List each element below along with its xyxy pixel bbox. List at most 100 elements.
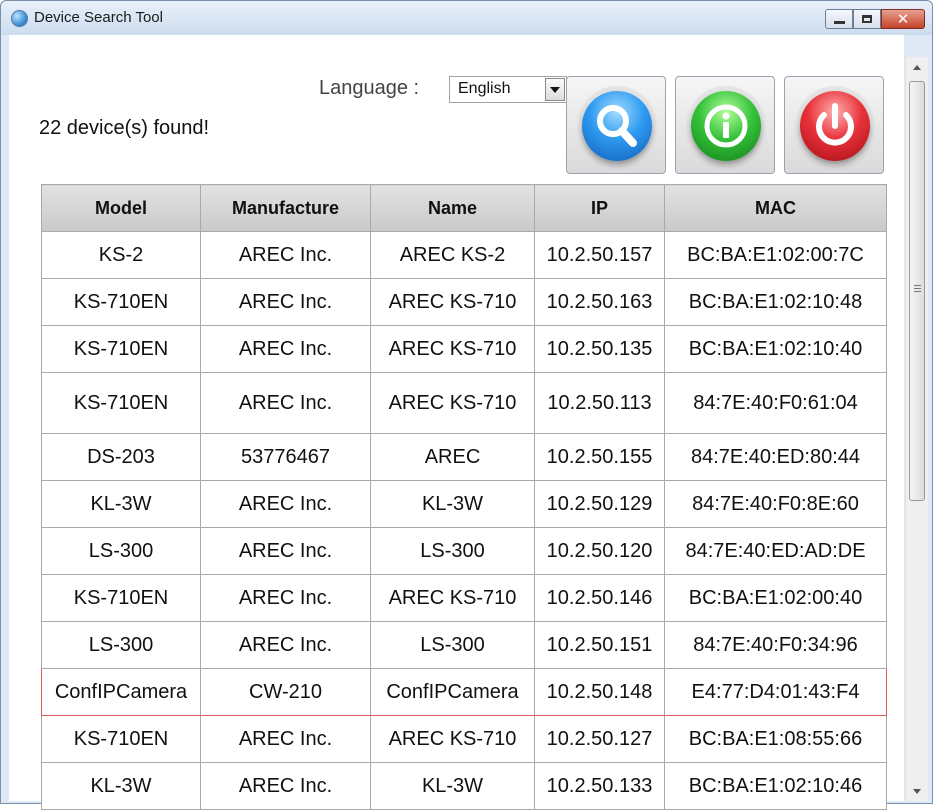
cell-model: KS-2 (41, 231, 201, 279)
cell-model: KS-710EN (41, 715, 201, 763)
table-row[interactable]: KL-3W AREC Inc. KL-3W 10.2.50.129 84:7E:40:F… (41, 480, 887, 528)
column-header-model[interactable]: Model (41, 184, 201, 232)
globe-icon (11, 10, 28, 27)
cell-model: KL-3W (41, 762, 201, 810)
column-header-manufacture[interactable]: Manufacture (200, 184, 371, 232)
cell-name: AREC KS-710 (370, 278, 535, 326)
cell-manufacture: AREC Inc. (200, 372, 371, 434)
cell-mac: BC:BA:E1:02:10:46 (664, 762, 887, 810)
cell-name: AREC KS-710 (370, 715, 535, 763)
chevron-up-icon (913, 64, 921, 70)
device-table: Model Manufacture Name IP MAC KS-2 AREC I… (41, 184, 887, 810)
table-row[interactable]: LS-300 AREC Inc. LS-300 10.2.50.120 84:7E:40… (41, 527, 887, 575)
column-header-mac[interactable]: MAC (664, 184, 887, 232)
cell-ip: 10.2.50.120 (534, 527, 665, 575)
cell-mac: BC:BA:E1:08:55:66 (664, 715, 887, 763)
maximize-button[interactable] (853, 9, 881, 29)
scrollbar-thumb[interactable] (909, 81, 925, 501)
cell-ip: 10.2.50.133 (534, 762, 665, 810)
cell-mac: E4:77:D4:01:43:F4 (664, 668, 887, 716)
cell-manufacture: AREC Inc. (200, 621, 371, 669)
cell-mac: BC:BA:E1:02:10:48 (664, 278, 887, 326)
search-button[interactable] (566, 76, 666, 174)
minimize-button[interactable] (825, 9, 853, 29)
chevron-down-icon (913, 788, 921, 794)
cell-mac: 84:7E:40:ED:80:44 (664, 433, 887, 481)
grip-icon (914, 285, 921, 294)
cell-name: AREC (370, 433, 535, 481)
cell-manufacture: CW-210 (200, 668, 371, 716)
app-window: Device Search Tool ✕ 22 device(s) found!… (0, 0, 933, 810)
cell-name: KL-3W (370, 480, 535, 528)
table-row[interactable]: KS-710EN AREC Inc. AREC KS-710 10.2.50.163 B… (41, 278, 887, 326)
cell-ip: 10.2.50.148 (534, 668, 665, 716)
cell-manufacture: AREC Inc. (200, 325, 371, 373)
maximize-icon (862, 15, 872, 23)
cell-manufacture: AREC Inc. (200, 231, 371, 279)
cell-manufacture: AREC Inc. (200, 278, 371, 326)
cell-ip: 10.2.50.135 (534, 325, 665, 373)
cell-model: KS-710EN (41, 278, 201, 326)
cell-model: LS-300 (41, 527, 201, 575)
info-button[interactable] (675, 76, 775, 174)
cell-manufacture: AREC Inc. (200, 762, 371, 810)
chevron-down-icon (550, 86, 560, 93)
close-icon: ✕ (896, 10, 910, 28)
language-select[interactable]: English (449, 76, 567, 103)
close-button[interactable]: ✕ (881, 9, 925, 29)
cell-name: AREC KS-710 (370, 372, 535, 434)
cell-mac: 84:7E:40:ED:AD:DE (664, 527, 887, 575)
column-header-ip[interactable]: IP (534, 184, 665, 232)
table-row[interactable]: KS-710EN AREC Inc. AREC KS-710 10.2.50.135 B… (41, 325, 887, 373)
cell-ip: 10.2.50.127 (534, 715, 665, 763)
title-bar[interactable]: Device Search Tool ✕ (1, 1, 932, 35)
table-header-row: Model Manufacture Name IP MAC (41, 184, 887, 232)
cell-name: ConfIPCamera (370, 668, 535, 716)
table-row[interactable]: KL-3W AREC Inc. KL-3W 10.2.50.133 BC:BA:E1:0… (41, 762, 887, 810)
cell-manufacture: AREC Inc. (200, 527, 371, 575)
device-count-status: 22 device(s) found! (39, 117, 210, 139)
cell-model: LS-300 (41, 621, 201, 669)
cell-manufacture: 53776467 (200, 433, 371, 481)
vertical-scrollbar[interactable] (905, 57, 928, 801)
cell-ip: 10.2.50.146 (534, 574, 665, 622)
power-button[interactable] (784, 76, 884, 174)
column-header-name[interactable]: Name (370, 184, 535, 232)
cell-mac: BC:BA:E1:02:10:40 (664, 325, 887, 373)
cell-ip: 10.2.50.113 (534, 372, 665, 434)
cell-mac: BC:BA:E1:02:00:7C (664, 231, 887, 279)
cell-model: DS-203 (41, 433, 201, 481)
cell-mac: BC:BA:E1:02:00:40 (664, 574, 887, 622)
table-row[interactable]: KS-2 AREC Inc. AREC KS-2 10.2.50.157 BC:BA:E… (41, 231, 887, 279)
cell-manufacture: AREC Inc. (200, 574, 371, 622)
cell-name: AREC KS-2 (370, 231, 535, 279)
cell-ip: 10.2.50.155 (534, 433, 665, 481)
cell-name: KL-3W (370, 762, 535, 810)
scroll-up-button[interactable] (906, 57, 928, 77)
info-icon (691, 91, 761, 161)
cell-manufacture: AREC Inc. (200, 480, 371, 528)
cell-name: AREC KS-710 (370, 574, 535, 622)
table-row[interactable]: KS-710EN AREC Inc. AREC KS-710 10.2.50.113 8… (41, 372, 887, 434)
table-body: KS-2 AREC Inc. AREC KS-2 10.2.50.157 BC:BA:E… (41, 231, 887, 810)
cell-mac: 84:7E:40:F0:61:04 (664, 372, 887, 434)
table-row[interactable]: KS-710EN AREC Inc. AREC KS-710 10.2.50.146 B… (41, 574, 887, 622)
power-icon (800, 91, 870, 161)
cell-ip: 10.2.50.151 (534, 621, 665, 669)
cell-name: LS-300 (370, 527, 535, 575)
cell-model: ConfIPCamera (41, 668, 201, 716)
table-row[interactable]: DS-203 53776467 AREC 10.2.50.155 84:7E:40:ED… (41, 433, 887, 481)
scroll-down-button[interactable] (906, 781, 928, 801)
minimize-icon (833, 20, 845, 24)
table-row[interactable]: KS-710EN AREC Inc. AREC KS-710 10.2.50.127 B… (41, 715, 887, 763)
cell-manufacture: AREC Inc. (200, 715, 371, 763)
dropdown-arrow-button[interactable] (545, 78, 565, 101)
table-row[interactable]: ConfIPCamera CW-210 ConfIPCamera 10.2.50.14… (41, 668, 887, 716)
table-row[interactable]: LS-300 AREC Inc. LS-300 10.2.50.151 84:7E:40… (41, 621, 887, 669)
cell-mac: 84:7E:40:F0:34:96 (664, 621, 887, 669)
language-selected-value: English (458, 80, 511, 97)
cell-name: AREC KS-710 (370, 325, 535, 373)
search-icon (582, 91, 652, 161)
cell-model: KS-710EN (41, 574, 201, 622)
cell-ip: 10.2.50.129 (534, 480, 665, 528)
